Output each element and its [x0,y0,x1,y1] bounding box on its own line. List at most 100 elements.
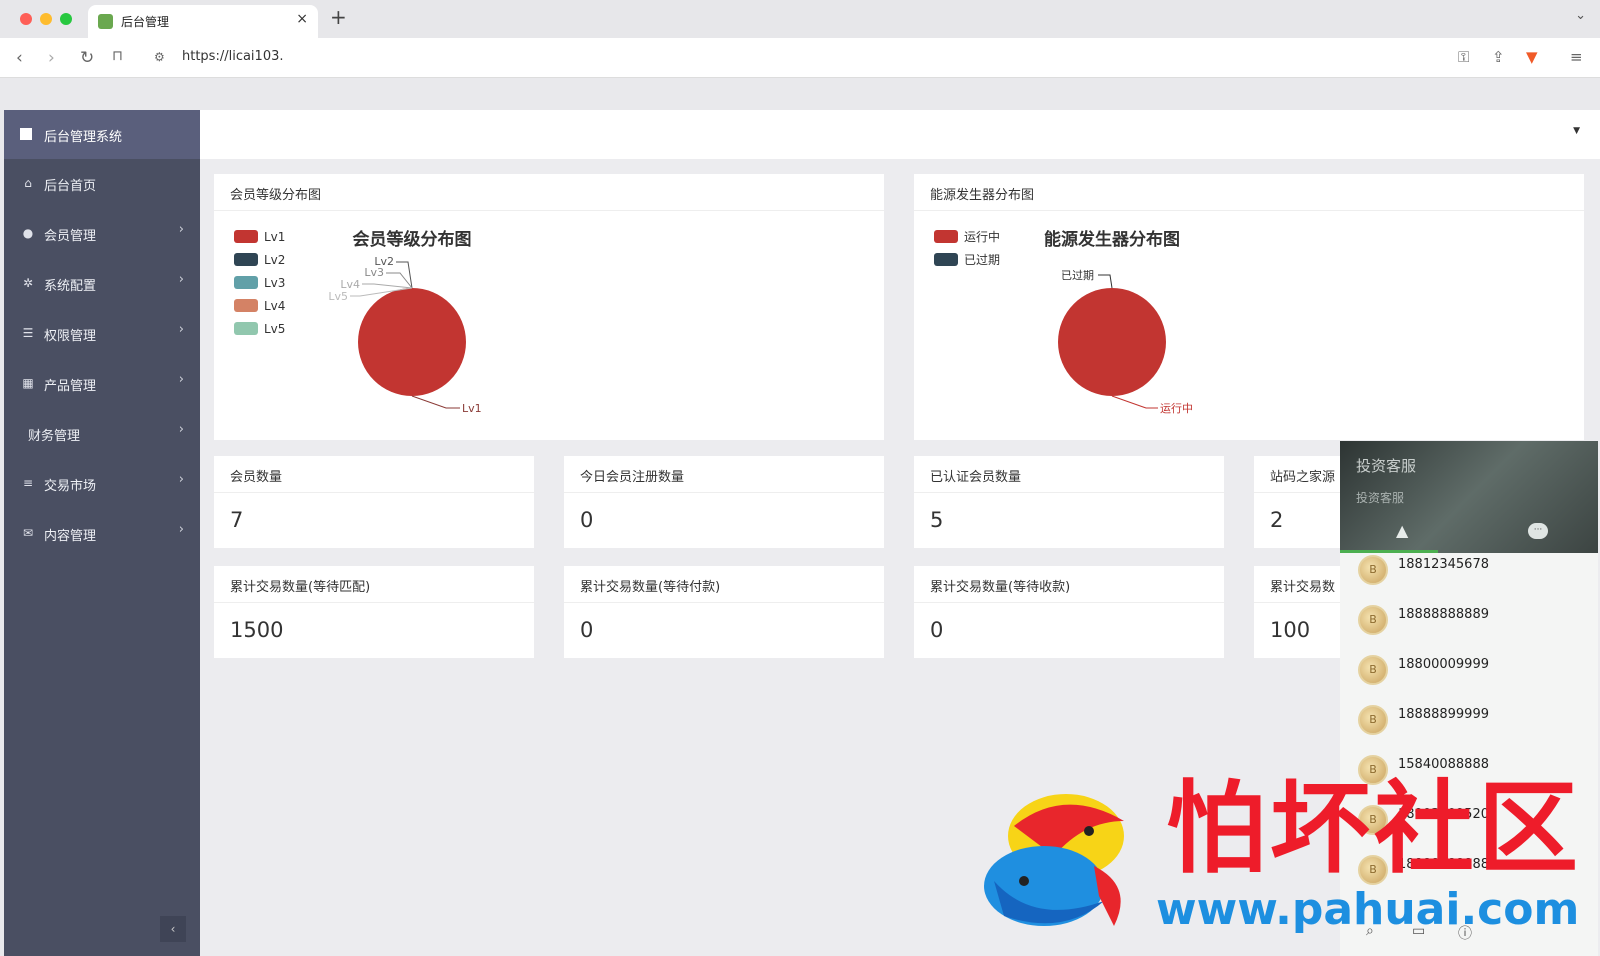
stat-card-value: 1500 [230,618,284,642]
new-tab-button[interactable]: + [330,5,347,29]
contact-list-item[interactable]: B 18800009999 [1340,647,1598,697]
stat-card-divider [564,602,884,603]
bookmark-icon[interactable]: ⊓ [112,48,123,64]
sidebar-item-label: 交易市场 [44,479,97,494]
browser-tab-active[interactable]: 后台管理 × [88,5,318,38]
stat-card-title: 累计交易数 [1270,580,1336,595]
slice-label: 运行中 [1160,402,1193,415]
label-leader-line [411,395,460,409]
contacts-tab-icon[interactable]: ▲ [1396,521,1408,540]
window-close-button[interactable] [20,13,32,25]
share-icon[interactable]: ⇪ [1492,48,1505,66]
brave-shield-icon[interactable]: ▼ [1526,48,1538,66]
sidebar-item-label: 系统配置 [44,279,97,294]
tab-list-chevron-icon[interactable]: ⌄ [1575,8,1586,23]
app-logo-icon [20,128,32,140]
chart-title: 能源发生器分布图 [1044,229,1180,250]
forward-button[interactable]: › [48,48,55,68]
legend-label[interactable]: Lv2 [264,253,285,267]
legend-label[interactable]: Lv5 [264,322,285,336]
chat-tab-icon[interactable]: ··· [1528,523,1548,539]
sidebar: 后台管理系统 ⌂ 后台首页 ● 会员管理 › ✲ 系统配置 › ☰ 权限管理 › ▦ 产品管理 › 财务管理… [4,110,200,956]
legend-swatch[interactable] [234,322,258,335]
sidebar-header[interactable]: 后台管理系统 [4,110,200,159]
sidebar-item[interactable]: ☰ 权限管理 › [4,309,200,359]
sidebar-item[interactable]: ✲ 系统配置 › [4,259,200,309]
stat-card: 累计交易数量(等待付款) 0 [564,566,884,658]
back-button[interactable]: ‹ [16,48,23,68]
stat-card-value: 0 [580,618,594,642]
contact-avatar: B [1358,655,1388,685]
stat-card-title: 站码之家源 [1270,470,1336,485]
legend-swatch[interactable] [234,276,258,289]
address-bar[interactable]: ⚙ https://licai103. [146,43,1560,73]
tab-close-icon[interactable]: × [296,11,308,27]
user-icon: ● [22,226,34,240]
window-zoom-button[interactable] [60,13,72,25]
sidebar-item[interactable]: ✉ 内容管理 › [4,509,200,559]
label-leader-line [396,261,413,289]
gears-icon: ✲ [22,276,34,290]
reload-button[interactable]: ↻ [80,48,94,68]
pie-slice[interactable] [1058,288,1166,396]
legend-label[interactable]: 运行中 [964,229,1000,244]
chevron-right-icon: › [178,522,184,537]
chevron-right-icon: › [178,222,184,237]
contact-list-item[interactable]: B 18812345678 [1340,547,1598,597]
sidebar-item[interactable]: ⌂ 后台首页 [4,159,200,209]
contact-list-item[interactable]: B 18888899999 [1340,697,1598,747]
password-key-icon[interactable]: ⚿ [1458,48,1469,66]
customer-service-title: 投资客服 [1356,457,1417,475]
browser-menu-icon[interactable]: ≡ [1570,48,1583,66]
stat-card-divider [214,602,534,603]
legend-swatch[interactable] [234,253,258,266]
sidebar-item[interactable]: ▦ 产品管理 › [4,359,200,409]
generator-pie-chart: 运行中已过期能源发生器分布图运行中已过期 [934,229,1193,415]
sidebar-item[interactable]: ≡ 交易市场 › [4,459,200,509]
site-favicon-icon [98,14,113,29]
stat-card: 累计交易数量(等待匹配) 1500 [214,566,534,658]
slice-label: Lv3 [364,266,384,279]
stat-card-value: 100 [1270,618,1311,642]
sidebar-collapse-button[interactable]: ‹ [160,916,186,942]
sidebar-item-label: 财务管理 [28,429,81,444]
stat-card-title: 累计交易数量(等待收款) [930,580,1071,595]
stat-card-divider [214,492,534,493]
watermark-url: www.pahuai.com [1156,884,1580,935]
legend-swatch[interactable] [234,299,258,312]
legend-label[interactable]: Lv4 [264,299,285,313]
slice-label: Lv1 [462,402,482,415]
url-text[interactable]: https://licai103. [182,49,284,64]
contact-avatar: B [1358,555,1388,585]
member-level-pie-chart: Lv1Lv2Lv3Lv4Lv5会员等级分布图Lv1Lv2Lv3Lv4Lv5 [234,229,482,415]
site-settings-icon[interactable]: ⚙ [154,50,165,64]
contact-phone: 18888899999 [1398,707,1489,722]
menu-icon: ≡ [22,476,34,490]
legend-label[interactable]: 已过期 [964,253,1000,267]
contact-list-item[interactable]: B 18888888889 [1340,597,1598,647]
watermark-fish-logo [984,794,1124,926]
user-menu-caret-icon[interactable]: ▼ [1573,126,1580,136]
legend-swatch[interactable] [234,230,258,243]
chevron-right-icon: › [178,472,184,487]
member-level-panel-title: 会员等级分布图 [230,188,322,203]
stat-card-title: 今日会员注册数量 [580,470,685,485]
label-leader-line [1098,274,1113,289]
sidebar-item-label: 产品管理 [44,379,97,394]
label-leader-line [362,283,413,289]
legend-label[interactable]: Lv1 [264,230,285,244]
contact-avatar: B [1358,705,1388,735]
sidebar-item-label: 后台首页 [44,179,97,194]
legend-swatch[interactable] [934,230,958,243]
legend-label[interactable]: Lv3 [264,276,285,290]
list-icon: ☰ [22,326,34,340]
legend-swatch[interactable] [934,253,958,266]
sidebar-item[interactable]: ● 会员管理 › [4,209,200,259]
pie-slice[interactable] [358,288,466,396]
chevron-right-icon: › [178,322,184,337]
member-level-panel: 会员等级分布图 Lv1 Lv2 Lv3 Lv4 Lv5 会员等级分布图 Lv1 Lv2 Lv3 L… [214,174,884,440]
window-minimize-button[interactable] [40,13,52,25]
contact-phone: 18888888889 [1398,607,1489,622]
stat-card-value: 0 [580,508,594,532]
sidebar-item[interactable]: 财务管理 › [4,409,200,459]
